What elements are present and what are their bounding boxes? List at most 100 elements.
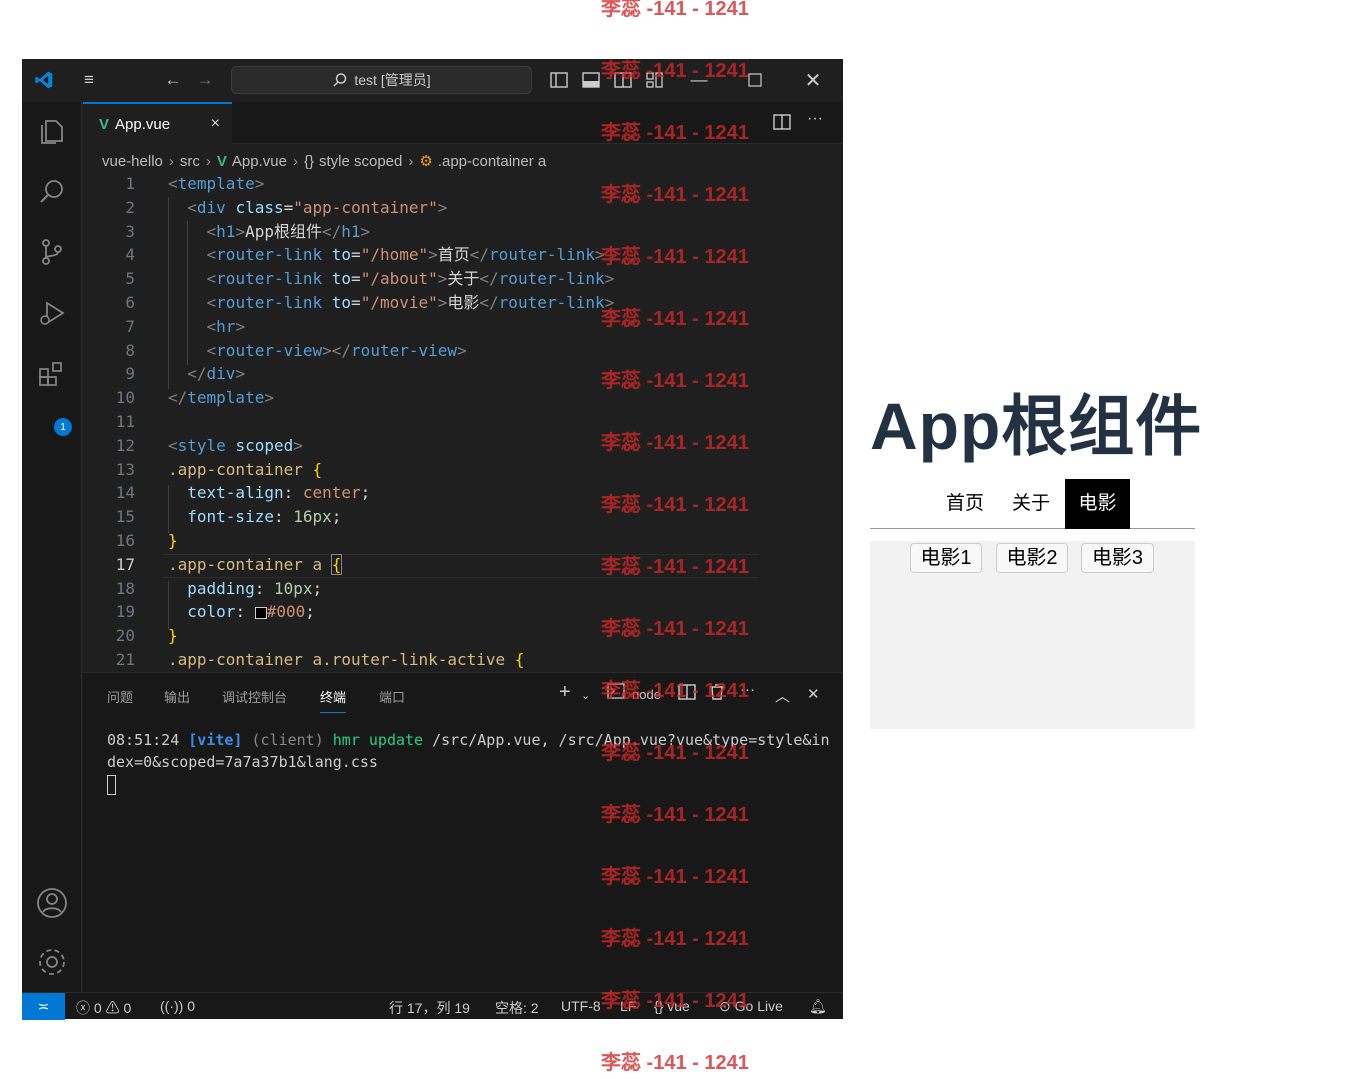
terminal-output[interactable]: 08:51:24 [vite] (client) hmr update /src… <box>107 729 837 795</box>
term-path2: dex=0&scoped=7a7a37b1&lang.css <box>107 753 378 771</box>
extensions-icon[interactable] <box>34 356 70 392</box>
breadcrumb-src[interactable]: src <box>180 153 200 170</box>
search-icon[interactable] <box>34 174 70 210</box>
line-number: 8 <box>125 340 135 360</box>
term-time: 08:51:24 <box>107 731 180 749</box>
tab-app-vue[interactable]: V App.vue × <box>83 102 232 144</box>
code-line[interactable]: 20} <box>83 624 783 648</box>
ports-status[interactable]: ((·)) 0 <box>160 998 195 1014</box>
movie-button-3[interactable]: 电影3 <box>1081 543 1154 573</box>
code-text: </template> <box>168 388 274 408</box>
code-editor[interactable]: 1 <template> 2 <div class="app-container">… <box>83 173 843 671</box>
back-arrow-icon[interactable]: ← <box>162 69 184 91</box>
forward-arrow-icon[interactable]: → <box>194 69 216 91</box>
breadcrumb-style[interactable]: style scoped <box>319 153 402 170</box>
code-line[interactable]: 21 .app-container a.router-link-active { <box>83 648 783 671</box>
breadcrumb-selector[interactable]: .app-container a <box>438 153 546 170</box>
code-line[interactable]: 16} <box>83 529 783 553</box>
toggle-secondary-sidebar-icon[interactable] <box>612 69 634 91</box>
nav-link-movie[interactable]: 电影 <box>1065 479 1130 529</box>
close-tab-icon[interactable]: × <box>211 115 220 133</box>
toggle-panel-icon[interactable] <box>580 69 602 91</box>
code-line[interactable]: 18 padding: 10px; <box>83 577 783 601</box>
breadcrumb-folder[interactable]: vue-hello <box>102 153 163 170</box>
code-line[interactable]: 19 color: #000; <box>83 600 783 624</box>
code-line[interactable]: 2 <div class="app-container"> <box>83 196 783 220</box>
code-line[interactable]: 12 <style scoped> <box>83 434 783 458</box>
toggle-primary-sidebar-icon[interactable] <box>548 69 570 91</box>
tab-terminal[interactable]: 终端 <box>320 687 347 713</box>
code-line[interactable]: 14 text-align: center; <box>83 481 783 505</box>
term-client: (client) <box>251 731 324 749</box>
close-window-icon[interactable]: ✕ <box>802 69 824 92</box>
terminal-icon <box>607 683 625 703</box>
code-line[interactable]: 17 .app-container a { <box>83 553 783 577</box>
end-of-line[interactable]: LF <box>620 998 636 1014</box>
code-line[interactable]: 4 <router-link to="/home">首页</router-lin… <box>83 243 783 267</box>
new-terminal-icon[interactable]: + <box>559 681 571 704</box>
close-panel-icon[interactable]: ✕ <box>807 685 820 703</box>
line-number: 14 <box>115 483 135 503</box>
tab-output[interactable]: 输出 <box>164 687 190 706</box>
cursor-position[interactable]: 行 17，列 19 <box>389 998 470 1018</box>
movie-button-1[interactable]: 电影1 <box>910 543 982 573</box>
bottom-panel: 问题 输出 调试控制台 终端 端口 + ⌄ node ··· ︿ ✕ 08:51… <box>83 672 843 992</box>
chevron-down-icon[interactable]: ⌄ <box>581 689 590 702</box>
code-text: padding: 10px; <box>187 578 323 598</box>
movie-button-2[interactable]: 电影2 <box>996 543 1068 573</box>
customize-layout-icon[interactable] <box>644 69 666 91</box>
language-mode[interactable]: {} vue <box>654 998 690 1014</box>
go-live[interactable]: ⊙ Go Live <box>719 998 783 1015</box>
code-text: <template> <box>168 174 265 193</box>
maximize-panel-icon[interactable]: ︿ <box>775 685 790 706</box>
settings-gear-icon[interactable] <box>34 944 70 980</box>
code-line[interactable]: 15 font-size: 16px; <box>83 505 783 529</box>
nav-link-about[interactable]: 关于 <box>1003 479 1059 529</box>
tab-debug-console[interactable]: 调试控制台 <box>222 687 287 706</box>
tab-problems[interactable]: 问题 <box>107 687 133 706</box>
code-line[interactable]: 7 <hr> <box>83 315 783 339</box>
minimize-icon[interactable]: — <box>688 69 710 91</box>
maximize-icon[interactable] <box>744 69 766 91</box>
remote-indicator-icon[interactable]: ≍ <box>22 993 65 1020</box>
trash-icon[interactable] <box>709 683 725 704</box>
code-line[interactable]: 9 </div> <box>83 362 783 386</box>
code-line[interactable]: 3 <h1>App根组件</h1> <box>83 220 783 244</box>
line-number: 13 <box>115 459 135 479</box>
vue-file-icon: V <box>216 152 227 170</box>
tab-ports[interactable]: 端口 <box>379 687 405 706</box>
page-title: App根组件 <box>870 389 1203 463</box>
indentation[interactable]: 空格: 2 <box>495 998 539 1018</box>
nav-link-home[interactable]: 首页 <box>937 479 993 529</box>
code-line[interactable]: 8 <router-view></router-view> <box>83 339 783 363</box>
terminal-cursor <box>107 774 116 795</box>
terminal-name[interactable]: node <box>632 687 661 702</box>
split-editor-icon[interactable] <box>773 114 791 133</box>
notifications-bell-icon[interactable]: 🔔︎ <box>809 998 827 1015</box>
explorer-icon[interactable] <box>34 113 70 149</box>
code-line[interactable]: 10 </template> <box>83 386 783 410</box>
vscode-logo-icon[interactable] <box>32 69 56 91</box>
code-line[interactable]: 1 <template> <box>83 173 783 196</box>
command-center-search[interactable]: test [管理员] <box>231 66 532 94</box>
line-number: 20 <box>115 626 135 646</box>
accounts-icon[interactable] <box>34 885 70 921</box>
code-line[interactable]: 11 <box>83 410 783 434</box>
title-bar: ≡ ← → test [管理员] — ✕ <box>22 59 843 102</box>
run-debug-icon[interactable] <box>34 295 70 331</box>
split-terminal-icon[interactable] <box>678 684 696 704</box>
code-line[interactable]: 6 <router-link to="/movie">电影</router-li… <box>83 291 783 315</box>
source-control-icon[interactable] <box>34 234 70 270</box>
code-text: <style scoped> <box>168 435 303 455</box>
menu-icon[interactable]: ≡ <box>78 69 100 91</box>
more-actions-icon[interactable]: ··· <box>807 110 823 128</box>
breadcrumb-file[interactable]: App.vue <box>232 153 287 170</box>
more-panel-actions-icon[interactable]: ··· <box>740 681 755 698</box>
encoding[interactable]: UTF-8 <box>561 998 601 1014</box>
code-line[interactable]: 13 .app-container { <box>83 458 783 482</box>
line-number: 19 <box>115 602 135 622</box>
problems-status[interactable]: ⓧ 0 ⚠ 0 <box>76 998 131 1018</box>
minimap[interactable] <box>823 291 843 331</box>
status-bar: ≍ ⓧ 0 ⚠ 0 ((·)) 0 行 17，列 19 空格: 2 UTF-8 … <box>22 992 843 1020</box>
code-line[interactable]: 5 <router-link to="/about">关于</router-li… <box>83 267 783 291</box>
